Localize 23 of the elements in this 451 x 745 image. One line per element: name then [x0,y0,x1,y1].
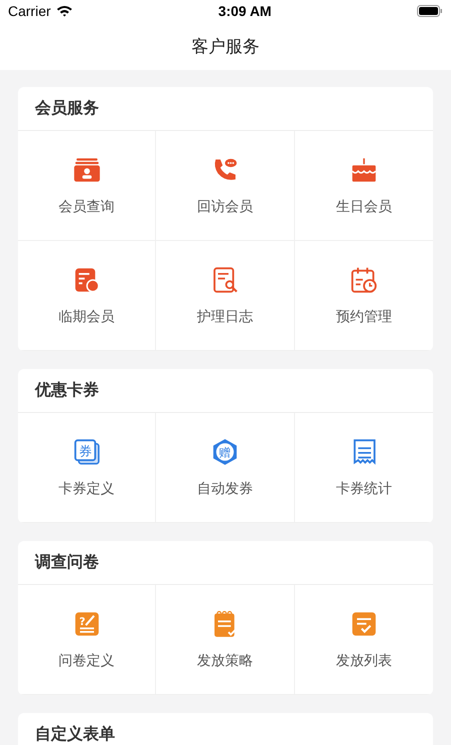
menu-tile[interactable]: 护理日志 [156,241,295,351]
carrier-label: Carrier [8,3,51,19]
menu-tile[interactable]: 赠 自动发券 [156,413,295,523]
battery-icon [416,5,443,17]
menu-tile[interactable]: 临期会员 [18,241,156,351]
questionnaire-icon: ? [72,610,101,638]
menu-tile[interactable]: 会员查询 [18,131,156,241]
section-title: 调查问卷 [35,552,99,573]
menu-tile[interactable]: 回访会员 [156,131,295,241]
menu-tile[interactable]: 预约管理 [294,241,433,351]
menu-tile[interactable]: 生日会员 [294,131,433,241]
section-title: 优惠卡券 [35,380,99,401]
section-title: 自定义表单 [35,724,115,745]
menu-tile[interactable]: 券 卡券定义 [18,413,156,523]
status-time: 3:09 AM [218,3,272,19]
menu-tile[interactable]: 发放策略 [156,585,295,695]
page-title: 客户服务 [192,36,260,58]
menu-tile[interactable]: 发放列表 [294,585,433,695]
menu-tile[interactable]: ? 问卷定义 [18,585,156,695]
menu-tile[interactable]: 卡券统计 [294,413,433,523]
section-title: 会员服务 [35,98,99,119]
wifi-icon [56,5,73,17]
gift-hexagon-icon: 赠 [210,438,239,466]
